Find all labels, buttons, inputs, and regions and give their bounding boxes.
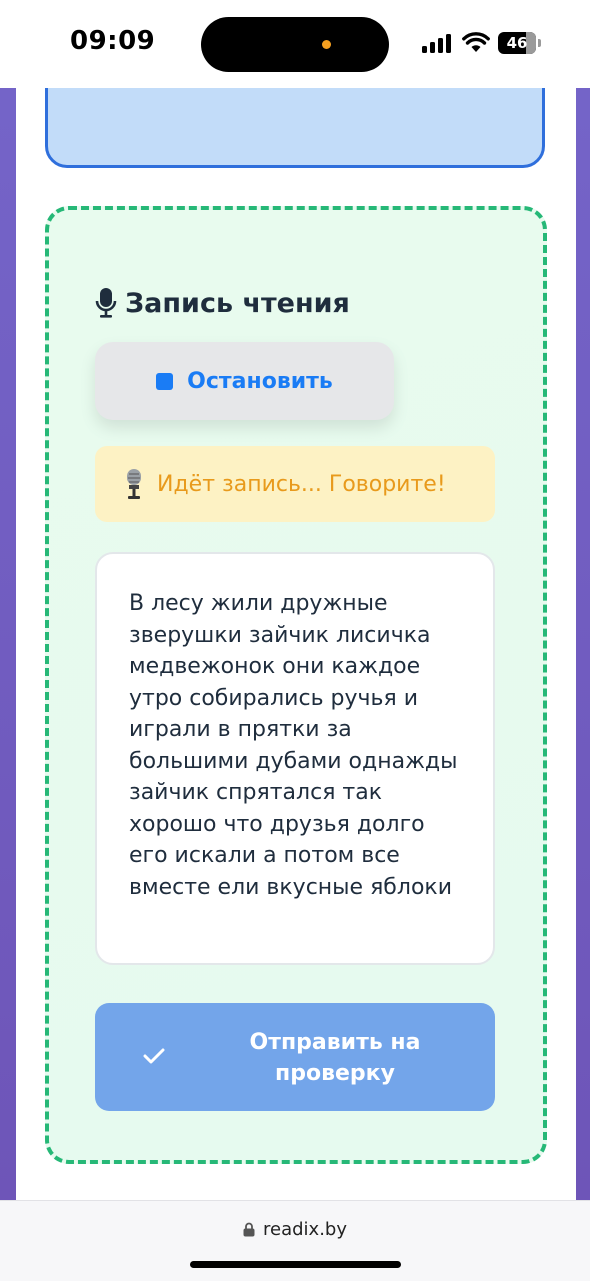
dynamic-island [201, 17, 389, 72]
status-bar: 09:09 46 [0, 0, 590, 88]
submit-label-line2: проверку [275, 1061, 395, 1086]
record-title-text: Запись чтения [125, 287, 350, 319]
battery-icon: 46 [498, 32, 536, 54]
studio-microphone-icon [127, 469, 141, 499]
submit-label-line1: Отправить на [249, 1030, 421, 1055]
url-text[interactable]: readix.by [263, 1219, 347, 1240]
browser-address-bar[interactable]: readix.by [0, 1200, 590, 1281]
stop-button-label: Остановить [187, 368, 333, 394]
submit-for-review-button[interactable]: Отправить на проверку [95, 1003, 495, 1111]
recording-status-banner: Идёт запись... Говорите! [95, 446, 495, 522]
recording-status-text: Идёт запись... Говорите! [157, 471, 446, 497]
cellular-signal-icon [422, 33, 454, 53]
stop-recording-button[interactable]: Остановить [95, 342, 394, 420]
transcript-box: В лесу жили дружные зверушки зайчик лиси… [95, 552, 495, 965]
home-indicator[interactable] [190, 1261, 401, 1268]
wifi-icon [462, 32, 490, 52]
battery-level: 46 [506, 34, 528, 52]
transcript-text: В лесу жили дружные зверушки зайчик лиси… [129, 591, 458, 900]
lock-icon [243, 1222, 255, 1237]
page-background-right [576, 88, 590, 1200]
url-row[interactable]: readix.by [0, 1219, 590, 1240]
page-background-left [0, 88, 16, 1200]
recording-indicator-dot [322, 40, 331, 49]
submit-button-label: Отправить на проверку [215, 1027, 455, 1089]
check-icon [143, 1048, 165, 1064]
status-time: 09:09 [70, 26, 156, 56]
battery-cap [538, 39, 541, 47]
stop-square-icon [156, 372, 174, 390]
record-section-title: Запись чтения [95, 283, 350, 323]
microphone-icon [95, 288, 117, 318]
